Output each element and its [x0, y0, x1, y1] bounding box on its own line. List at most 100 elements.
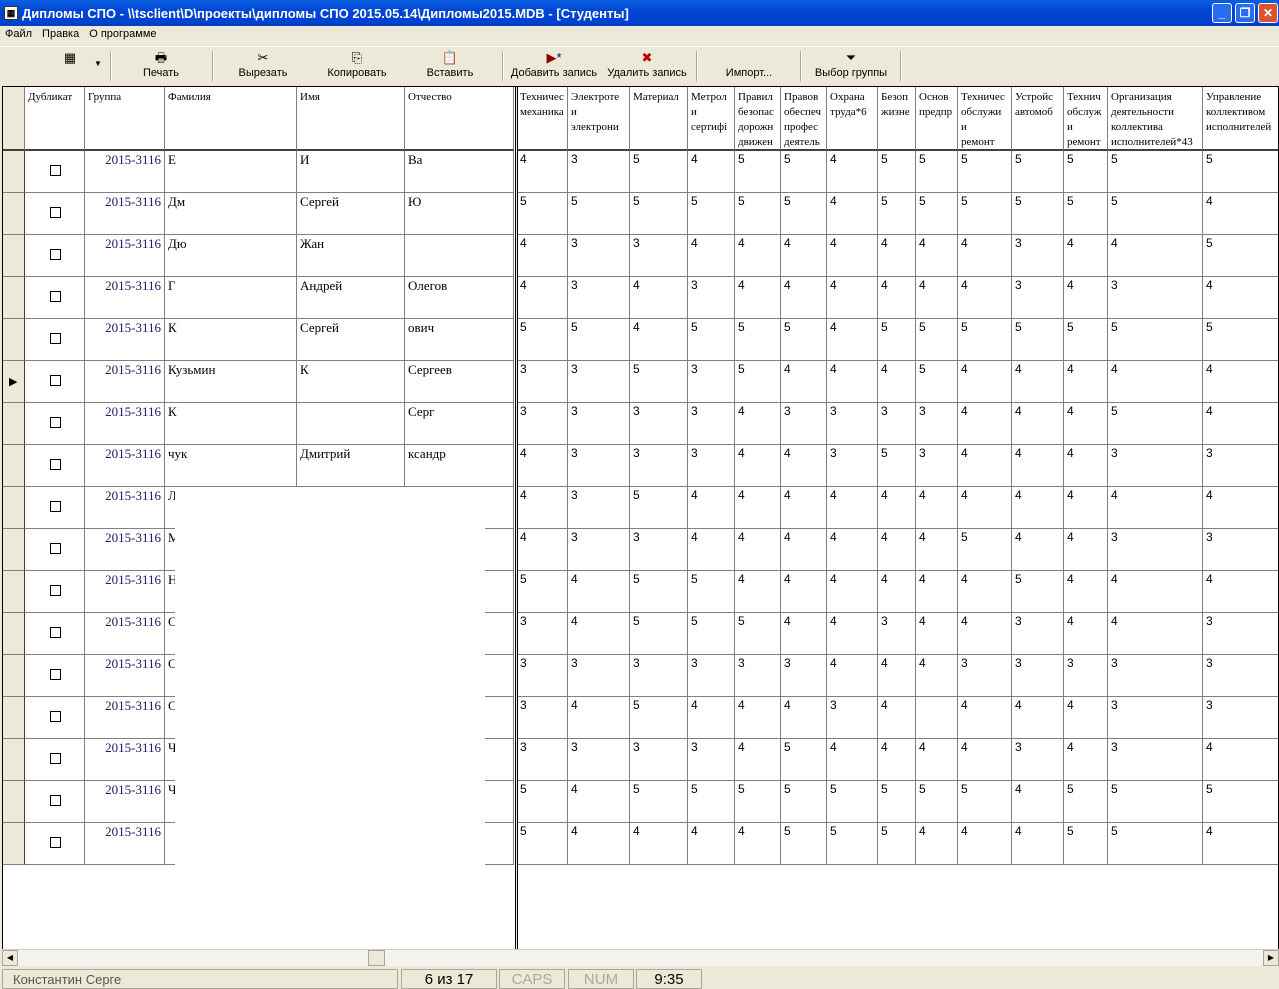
grade-cell[interactable]: 5 — [1108, 823, 1203, 865]
grade-cell[interactable]: 4 — [958, 739, 1012, 781]
grade-cell[interactable]: 4 — [916, 235, 958, 277]
grade-cell[interactable]: 4 — [1203, 193, 1278, 235]
grade-cell[interactable]: 3 — [1012, 613, 1064, 655]
grade-cell[interactable]: 3 — [1108, 655, 1203, 697]
grade-cell[interactable]: 4 — [1108, 487, 1203, 529]
grade-cell[interactable]: 4 — [827, 655, 878, 697]
grade-cell[interactable]: 4 — [517, 151, 568, 193]
grade-cell[interactable]: 4 — [1064, 445, 1108, 487]
grade-cell[interactable]: 3 — [916, 445, 958, 487]
grade-cell[interactable]: 4 — [735, 571, 781, 613]
grade-cell[interactable]: 4 — [568, 613, 630, 655]
grade-cell[interactable]: 4 — [1108, 613, 1203, 655]
grade-cell[interactable]: 4 — [630, 823, 688, 865]
grade-cell[interactable]: 5 — [1064, 193, 1108, 235]
row-header[interactable] — [3, 823, 25, 865]
grade-cell[interactable]: 4 — [958, 487, 1012, 529]
last-name-cell[interactable]: К — [165, 319, 297, 361]
grade-cell[interactable]: 3 — [568, 235, 630, 277]
duplicate-checkbox[interactable] — [50, 585, 61, 596]
last-name-cell[interactable]: Дю — [165, 235, 297, 277]
grade-cell[interactable]: 4 — [1203, 823, 1278, 865]
row-header[interactable] — [3, 277, 25, 319]
grade-cell[interactable]: 5 — [1203, 151, 1278, 193]
duplicate-checkbox[interactable] — [50, 417, 61, 428]
duplicate-checkbox[interactable] — [50, 837, 61, 848]
grade-cell[interactable]: 5 — [735, 781, 781, 823]
grade-cell[interactable]: 4 — [916, 613, 958, 655]
grade-cell[interactable]: 5 — [1108, 193, 1203, 235]
middle-name-cell[interactable]: Ва — [405, 151, 514, 193]
grade-cell[interactable]: 4 — [781, 361, 827, 403]
grade-cell[interactable]: 4 — [827, 613, 878, 655]
grade-cell[interactable]: 4 — [958, 277, 1012, 319]
grade-cell[interactable]: 5 — [735, 193, 781, 235]
grade-cell[interactable]: 5 — [568, 193, 630, 235]
grade-cell[interactable]: 4 — [630, 277, 688, 319]
grade-cell[interactable]: 4 — [1012, 529, 1064, 571]
grade-cell[interactable]: 4 — [1203, 403, 1278, 445]
grade-cell[interactable]: 5 — [958, 193, 1012, 235]
grade-cell[interactable]: 4 — [878, 235, 916, 277]
duplicate-checkbox[interactable] — [50, 501, 61, 512]
grade-cell[interactable]: 4 — [517, 487, 568, 529]
grade-cell[interactable]: 3 — [568, 151, 630, 193]
grade-cell[interactable]: 5 — [916, 781, 958, 823]
middle-name-cell[interactable]: Серг — [405, 403, 514, 445]
grade-cell[interactable]: 4 — [827, 529, 878, 571]
grade-cell[interactable]: 5 — [1012, 193, 1064, 235]
grade-cell[interactable]: 5 — [1108, 403, 1203, 445]
grade-cell[interactable]: 4 — [827, 193, 878, 235]
horizontal-scrollbar[interactable]: ◀ ▶ — [2, 949, 1279, 966]
scroll-left-button[interactable]: ◀ — [2, 950, 18, 966]
grade-cell[interactable]: 5 — [781, 781, 827, 823]
grade-cell[interactable]: 5 — [688, 571, 735, 613]
group-cell[interactable]: 2015-3116 — [85, 235, 165, 277]
grade-cell[interactable]: 4 — [630, 319, 688, 361]
grade-cell[interactable]: 4 — [688, 235, 735, 277]
row-header[interactable] — [3, 781, 25, 823]
grade-cell[interactable]: 4 — [568, 781, 630, 823]
scroll-thumb[interactable] — [368, 950, 385, 966]
grade-cell[interactable]: 4 — [958, 403, 1012, 445]
grade-cell[interactable]: 4 — [827, 151, 878, 193]
grade-cell[interactable]: 5 — [568, 319, 630, 361]
grade-cell[interactable]: 4 — [781, 571, 827, 613]
grade-cell[interactable]: 5 — [781, 739, 827, 781]
grade-cell[interactable]: 4 — [1064, 571, 1108, 613]
grade-cell[interactable]: 3 — [827, 445, 878, 487]
first-name-cell[interactable]: И — [297, 151, 405, 193]
grade-cell[interactable]: 5 — [1203, 319, 1278, 361]
row-header[interactable] — [3, 319, 25, 361]
grade-cell[interactable]: 5 — [735, 319, 781, 361]
duplicate-checkbox[interactable] — [50, 795, 61, 806]
dropdown-arrow-icon[interactable]: ▼ — [94, 59, 102, 68]
row-header[interactable] — [3, 235, 25, 277]
grade-cell[interactable]: 5 — [781, 193, 827, 235]
grade-cell[interactable]: 3 — [688, 739, 735, 781]
middle-name-cell[interactable]: ович — [405, 319, 514, 361]
grade-cell[interactable]: 3 — [916, 403, 958, 445]
grade-cell[interactable]: 3 — [1108, 445, 1203, 487]
grade-cell[interactable]: 4 — [781, 529, 827, 571]
grade-cell[interactable]: 5 — [630, 487, 688, 529]
grade-cell[interactable]: 3 — [517, 613, 568, 655]
grade-cell[interactable]: 5 — [958, 529, 1012, 571]
grade-cell[interactable]: 4 — [735, 487, 781, 529]
grade-cell[interactable]: 3 — [517, 739, 568, 781]
grade-cell[interactable]: 3 — [1108, 277, 1203, 319]
grade-cell[interactable]: 3 — [688, 361, 735, 403]
grade-cell[interactable]: 5 — [1108, 151, 1203, 193]
grade-cell[interactable]: 4 — [517, 445, 568, 487]
grade-cell[interactable]: 3 — [568, 277, 630, 319]
grade-cell[interactable]: 4 — [827, 487, 878, 529]
scroll-right-button[interactable]: ▶ — [1263, 950, 1279, 966]
grade-cell[interactable]: 3 — [688, 655, 735, 697]
first-name-cell[interactable]: Жан — [297, 235, 405, 277]
grade-cell[interactable]: 3 — [568, 445, 630, 487]
grade-cell[interactable]: 4 — [1012, 781, 1064, 823]
grade-cell[interactable]: 5 — [916, 361, 958, 403]
grade-cell[interactable]: 3 — [1203, 613, 1278, 655]
grade-cell[interactable]: 4 — [781, 445, 827, 487]
grade-cell[interactable]: 4 — [781, 277, 827, 319]
